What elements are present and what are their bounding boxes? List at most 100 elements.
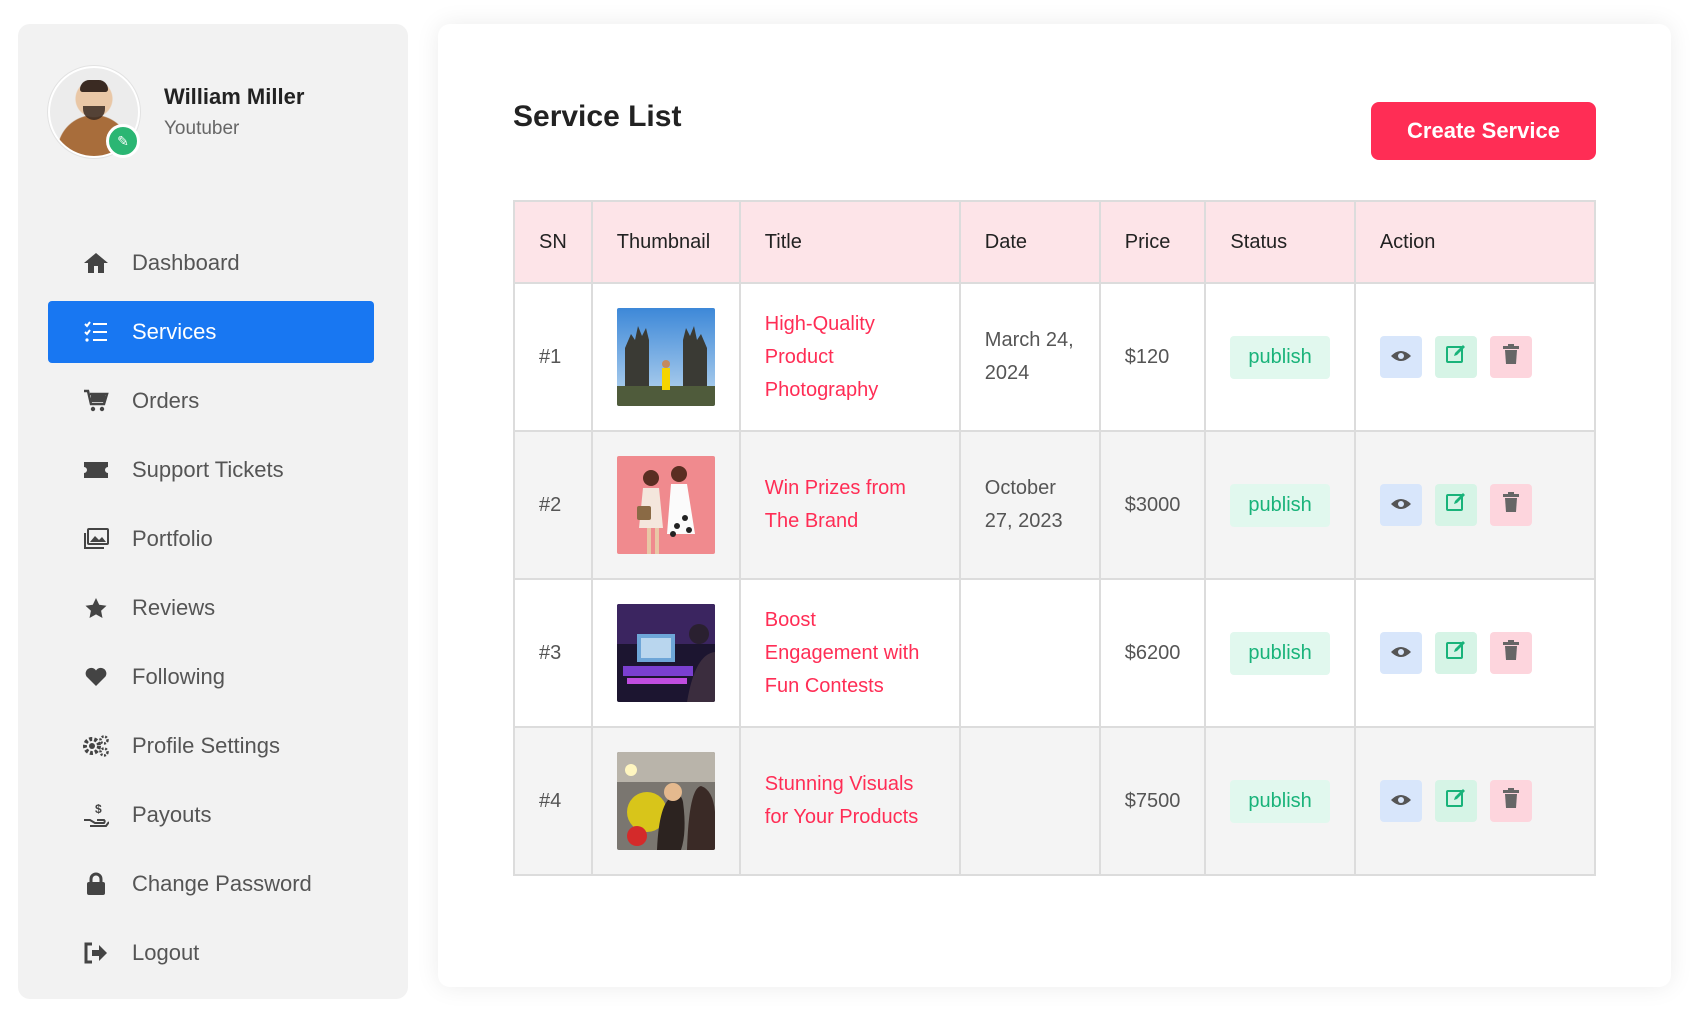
sidebar-item-support-tickets[interactable]: Support Tickets [48,439,374,501]
delete-button[interactable] [1489,780,1532,822]
lock-icon [82,870,110,898]
edit-button[interactable] [1434,484,1477,526]
eye-icon [1390,346,1412,369]
row-title[interactable]: Stunning Visuals for Your Products [738,726,961,876]
sidebar-item-change-password[interactable]: Change Password [48,853,374,915]
edit-button[interactable] [1434,632,1477,674]
svg-text:$: $ [95,802,102,816]
page-title: Service List [513,100,682,133]
row-sn: #3 [513,578,593,728]
avatar[interactable]: ✎ [48,66,140,158]
status-badge: publish [1230,631,1330,675]
sidebar-item-label: Portfolio [132,526,213,551]
thumbnail-image[interactable] [616,752,715,850]
gears-icon [82,732,110,760]
ticket-icon [82,456,110,484]
thumbnail-image[interactable] [616,456,715,554]
sidebar-item-label: Change Password [132,871,312,896]
edit-icon [1445,640,1466,666]
delete-button[interactable] [1489,336,1532,378]
profile-card: ✎ William Miller Youtuber [48,66,304,158]
column-header-thumbnail: Thumbnail [590,200,741,284]
row-actions [1379,336,1570,378]
eye-icon [1390,642,1412,665]
sidebar-item-label: Reviews [132,595,216,620]
sidebar-item-label: Profile Settings [132,733,280,758]
column-header-action: Action [1353,200,1597,284]
home-icon [82,249,110,277]
cart-icon [82,387,110,415]
trash-icon [1502,492,1519,518]
eye-icon [1390,790,1412,813]
row-title[interactable]: Win Prizes from The Brand [738,430,961,580]
trash-icon [1502,344,1519,370]
view-button[interactable] [1379,780,1422,822]
row-price: $120 [1098,282,1207,432]
row-title[interactable]: Boost Engagement with Fun Contests [738,578,961,728]
create-service-button[interactable]: Create Service [1371,102,1596,160]
sidebar-item-dashboard[interactable]: Dashboard [48,232,374,294]
row-date: March 24, 2024 [958,282,1101,432]
table-row: #1 High-Quality Product Photography Marc… [513,282,1597,432]
eye-icon [1390,494,1412,517]
column-header-sn: SN [513,200,593,284]
row-actions [1379,632,1570,674]
sidebar-item-payouts[interactable]: $ Payouts [48,784,374,846]
star-icon [82,594,110,622]
sidebar-item-services[interactable]: Services [48,301,374,363]
view-button[interactable] [1379,484,1422,526]
profile-name: William Miller [164,84,305,109]
row-sn: #1 [513,282,593,432]
row-sn: #2 [513,430,593,580]
status-badge: publish [1230,335,1330,379]
sidebar-item-label: Services [132,319,217,344]
row-date [958,578,1101,728]
edit-icon [1445,492,1466,518]
sidebar-item-profile-settings[interactable]: Profile Settings [48,715,374,777]
column-header-title: Title [738,200,961,284]
thumbnail-image[interactable] [616,308,715,406]
edit-button[interactable] [1434,780,1477,822]
column-header-price: Price [1098,200,1207,284]
row-actions [1379,484,1570,526]
sidebar-item-reviews[interactable]: Reviews [48,577,374,639]
sign-out-icon [82,939,110,967]
delete-button[interactable] [1489,484,1532,526]
sidebar-item-label: Following [132,664,225,689]
main-panel: Service List Create Service SN Thumbnail… [438,24,1671,987]
pencil-icon[interactable]: ✎ [106,124,140,158]
sidebar: ✎ William Miller Youtuber Dashboard Serv… [18,24,408,999]
status-badge: publish [1230,483,1330,527]
row-sn: #4 [513,726,593,876]
services-table: SN Thumbnail Title Date Price Status Act… [513,200,1597,876]
sidebar-item-label: Logout [132,940,200,965]
status-badge: publish [1230,779,1330,823]
column-header-status: Status [1204,200,1356,284]
row-title[interactable]: High-Quality Product Photography [738,282,961,432]
edit-icon [1445,788,1466,814]
sidebar-item-portfolio[interactable]: Portfolio [48,508,374,570]
delete-button[interactable] [1489,632,1532,674]
list-check-icon [82,318,110,346]
profile-role: Youtuber [164,118,240,139]
table-row: #2 Win Prizes from The Brand October 27,… [513,430,1597,580]
images-icon [82,525,110,553]
sidebar-item-logout[interactable]: Logout [48,922,374,984]
edit-button[interactable] [1434,336,1477,378]
row-actions [1379,780,1570,822]
sidebar-nav: Dashboard Services Orders Support Ticket… [48,232,374,991]
sidebar-item-label: Orders [132,388,200,413]
sidebar-item-label: Dashboard [132,250,240,275]
edit-icon [1445,344,1466,370]
sidebar-item-following[interactable]: Following [48,646,374,708]
view-button[interactable] [1379,632,1422,674]
table-header-row: SN Thumbnail Title Date Price Status Act… [513,200,1597,284]
thumbnail-image[interactable] [616,604,715,702]
view-button[interactable] [1379,336,1422,378]
sidebar-item-orders[interactable]: Orders [48,370,374,432]
column-header-date: Date [958,200,1101,284]
trash-icon [1502,788,1519,814]
heart-icon [82,663,110,691]
row-date: October 27, 2023 [958,430,1101,580]
row-price: $7500 [1098,726,1207,876]
